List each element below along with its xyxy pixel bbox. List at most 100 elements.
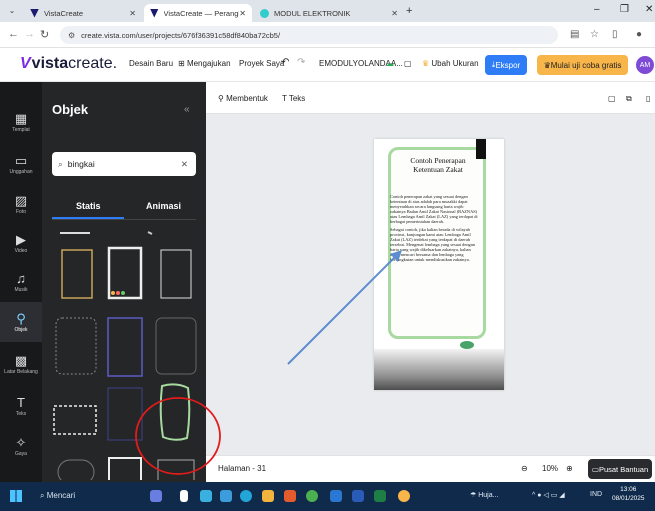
frame-thumb-thin[interactable] — [160, 249, 192, 299]
app-icon[interactable] — [330, 490, 342, 502]
zoom-out-icon[interactable]: ⊖ — [521, 464, 528, 473]
grid-icon: ⊞ — [178, 59, 187, 68]
tab-animasi[interactable]: Animasi — [146, 201, 181, 211]
translate-icon[interactable]: ▤ — [570, 29, 579, 40]
task-view-icon[interactable] — [180, 490, 188, 502]
frame-thumb-partial[interactable] — [157, 459, 195, 480]
rail-item-video[interactable]: ▶ Video — [0, 223, 42, 263]
frame-thumb-partial[interactable] — [57, 459, 95, 480]
frame-thumb-gold[interactable] — [61, 249, 93, 299]
close-window-icon[interactable]: ✕ — [645, 4, 653, 15]
rail-item-objek[interactable]: ⚲ Objek — [0, 302, 42, 342]
my-projects-button[interactable]: Proyek Saya — [239, 59, 284, 68]
browser-tab[interactable]: MODUL ELEKTRONIK ✕ — [254, 4, 404, 22]
browser-tab[interactable]: VistaCreate ✕ — [24, 4, 142, 22]
comment-icon[interactable]: ▢ — [608, 94, 616, 103]
shape-button[interactable]: ⚲ Membentuk — [218, 94, 268, 103]
frame-thumb-blue[interactable] — [107, 317, 143, 377]
reload-icon[interactable]: ↻ — [40, 28, 49, 41]
zoom-in-icon[interactable]: ⊕ — [566, 464, 573, 473]
rail-item-templat[interactable]: ▦ Templat — [0, 102, 42, 142]
minimize-icon[interactable]: – — [594, 4, 600, 15]
profile-icon[interactable]: ● — [636, 29, 642, 40]
edge-icon[interactable] — [240, 490, 252, 502]
zoom-level[interactable]: 10% — [542, 464, 558, 473]
extensions-icon[interactable]: ▯ — [612, 29, 618, 40]
duplicate-icon[interactable]: ⧉ — [626, 94, 632, 104]
photo-icon: ▨ — [14, 192, 28, 208]
page-paragraph: Sebagai contoh, jika kalian berada di wi… — [390, 226, 475, 263]
new-tab-icon[interactable]: + — [406, 5, 412, 17]
frame-thumb-round[interactable] — [155, 317, 197, 375]
url-field[interactable]: ⚙ create.vista.com/user/projects/676f363… — [60, 26, 558, 44]
windows-start-icon[interactable] — [10, 490, 22, 502]
frame-thumb-wide[interactable] — [53, 405, 97, 435]
frame-thumb-navy[interactable] — [107, 387, 143, 441]
rail-item-musik[interactable]: ♫ Musik — [0, 262, 42, 302]
delete-icon[interactable]: ▯ — [646, 94, 650, 103]
rail-item-latar-belakang[interactable]: ▩ Latar Belakang — [0, 344, 42, 384]
new-design-button[interactable]: Desain Baru — [129, 59, 173, 68]
submit-button[interactable]: ⊞ Mengajukan — [178, 59, 231, 68]
word-icon[interactable] — [352, 490, 364, 502]
rail-label: Video — [14, 247, 28, 254]
search-input[interactable]: ⌕ bingkai ✕ — [52, 152, 196, 176]
design-page[interactable]: Contoh Penerapan Ketentuan Zakat Contoh … — [374, 139, 504, 390]
app-icon[interactable] — [284, 490, 296, 502]
app-icon[interactable] — [220, 490, 232, 502]
excel-icon[interactable] — [374, 490, 386, 502]
clear-search-icon[interactable]: ✕ — [181, 159, 188, 170]
frame-thumb-partial[interactable] — [108, 457, 142, 480]
app-icon[interactable] — [306, 490, 318, 502]
comment-icon[interactable]: ▢ — [404, 59, 412, 68]
logo-light: create. — [68, 55, 118, 72]
language-indicator[interactable]: IND — [590, 491, 602, 498]
close-icon[interactable]: ✕ — [239, 9, 246, 18]
app-icon[interactable] — [200, 490, 212, 502]
tray-icons[interactable]: ^ ● ◁ ▭ ◢ — [532, 491, 565, 499]
free-trial-button[interactable]: ♛ Mulai uji coba gratis — [537, 55, 628, 75]
tab-statis[interactable]: Statis — [76, 201, 101, 211]
style-icon: ✧ — [15, 434, 27, 450]
resize-button[interactable]: ♛ Ubah Ukuran — [422, 59, 479, 68]
forward-icon[interactable]: → — [24, 28, 35, 40]
close-icon[interactable]: ✕ — [129, 9, 136, 18]
undo-icon[interactable]: ↶ — [281, 57, 289, 68]
clock[interactable]: 13:06 08/01/2025 — [612, 485, 645, 503]
rail-item-teks[interactable]: T Teks — [0, 386, 42, 426]
collapse-panel-icon[interactable]: « — [184, 104, 190, 115]
close-icon[interactable]: ✕ — [391, 9, 398, 18]
file-explorer-icon[interactable] — [262, 490, 274, 502]
site-info-icon[interactable]: ⚙ — [68, 31, 75, 40]
search-icon: ⌕ — [40, 491, 47, 500]
page-paragraph: Contoh penerapan zakat yang sesuai denga… — [390, 194, 478, 225]
weather-icon: ☂ — [470, 492, 479, 499]
canvas-workspace[interactable]: ⚲ Membentuk T Teks ▢ ⧉ ▯ Contoh Penerapa… — [206, 82, 655, 482]
frame-thumb-watercolor-green[interactable] — [159, 383, 191, 441]
taskbar-search[interactable]: ⌕ Mencari — [40, 491, 75, 501]
tab-search-icon[interactable]: ⌄ — [6, 6, 18, 18]
panel-title: Objek — [52, 102, 89, 117]
text-button[interactable]: T Teks — [282, 94, 305, 103]
frame-thumb-dotted[interactable] — [55, 317, 97, 375]
chrome-icon[interactable] — [398, 490, 410, 502]
rail-item-unggahan[interactable]: ▭ Unggahan — [0, 144, 42, 184]
bookmark-star-icon[interactable]: ☆ — [590, 29, 599, 40]
pages-button[interactable]: Halaman - 31 — [218, 464, 266, 473]
redo-icon[interactable]: ↷ — [297, 57, 305, 68]
weather-widget[interactable]: ☂ Huja... — [470, 491, 498, 499]
back-icon[interactable]: ← — [8, 28, 19, 40]
browser-tab-active[interactable]: VistaCreate — Perangkat Lunak ✕ — [144, 4, 252, 22]
rail-item-foto[interactable]: ▨ Foto — [0, 184, 42, 224]
rail-label: Teks — [15, 410, 27, 417]
help-center-button[interactable]: ▭ Pusat Bantuan — [588, 459, 652, 479]
frame-thumb-partial[interactable] — [147, 231, 153, 235]
restore-icon[interactable]: ❐ — [620, 4, 629, 15]
vistacreate-logo[interactable]: Vvistacreate. — [20, 55, 117, 73]
app-icon[interactable] — [150, 490, 162, 502]
text-label: Teks — [288, 94, 306, 103]
avatar[interactable]: AM — [636, 56, 654, 74]
export-button[interactable]: ⤓ Ekspor — [485, 55, 527, 75]
rail-item-gaya[interactable]: ✧ Gaya — [0, 426, 42, 466]
frame-thumb-polaroid[interactable] — [107, 246, 143, 300]
